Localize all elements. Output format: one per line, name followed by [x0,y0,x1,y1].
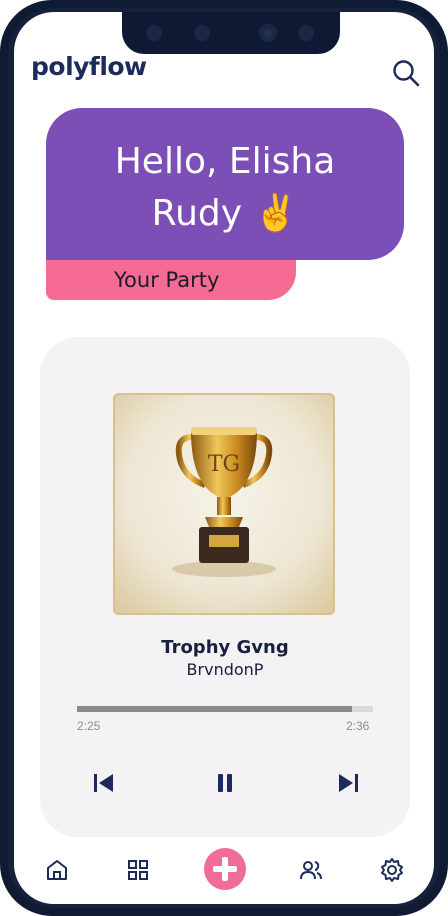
music-player-card: TG Trophy Gvng BrvndonP 2:25 2:36 [40,337,410,837]
greeting-line-2: Rudy ✌️ [151,193,299,234]
trophy-artwork: TG [172,427,276,577]
your-party-label: Your Party [114,268,220,292]
your-party-tab[interactable]: Your Party [46,260,296,300]
greeting-card: Hello, Elisha Rudy ✌️ [46,108,404,260]
plus-icon [213,857,237,881]
app-logo: polyflow [31,52,147,81]
users-icon[interactable] [298,857,324,883]
app-screen: polyflow Hello, Elisha Rudy ✌️ Your Part… [14,12,434,904]
skip-next-icon[interactable] [334,769,362,797]
grid-icon[interactable] [125,857,151,883]
track-title: Trophy Gvng [161,637,289,658]
pause-icon[interactable] [211,769,239,797]
progress-fill [77,706,353,712]
greeting-line-1: Hello, Elisha [114,141,336,182]
current-time: 2:25 [77,719,101,733]
sensor-dot [194,25,210,41]
greeting-text: Hello, Elisha Rudy ✌️ [46,136,404,240]
sensor-dot [298,25,314,41]
home-icon[interactable] [44,857,70,883]
track-artist: BrvndonP [186,660,264,679]
total-time: 2:36 [346,719,370,733]
gear-icon[interactable] [379,857,405,883]
phone-notch [122,12,340,54]
add-button[interactable] [204,848,246,890]
svg-text:TG: TG [208,452,240,477]
album-cover: TG [113,393,335,615]
search-icon[interactable] [391,58,421,88]
camera-lens [259,24,277,42]
progress-bar[interactable] [77,706,373,712]
sensor-dot [146,25,162,41]
skip-previous-icon[interactable] [90,769,118,797]
